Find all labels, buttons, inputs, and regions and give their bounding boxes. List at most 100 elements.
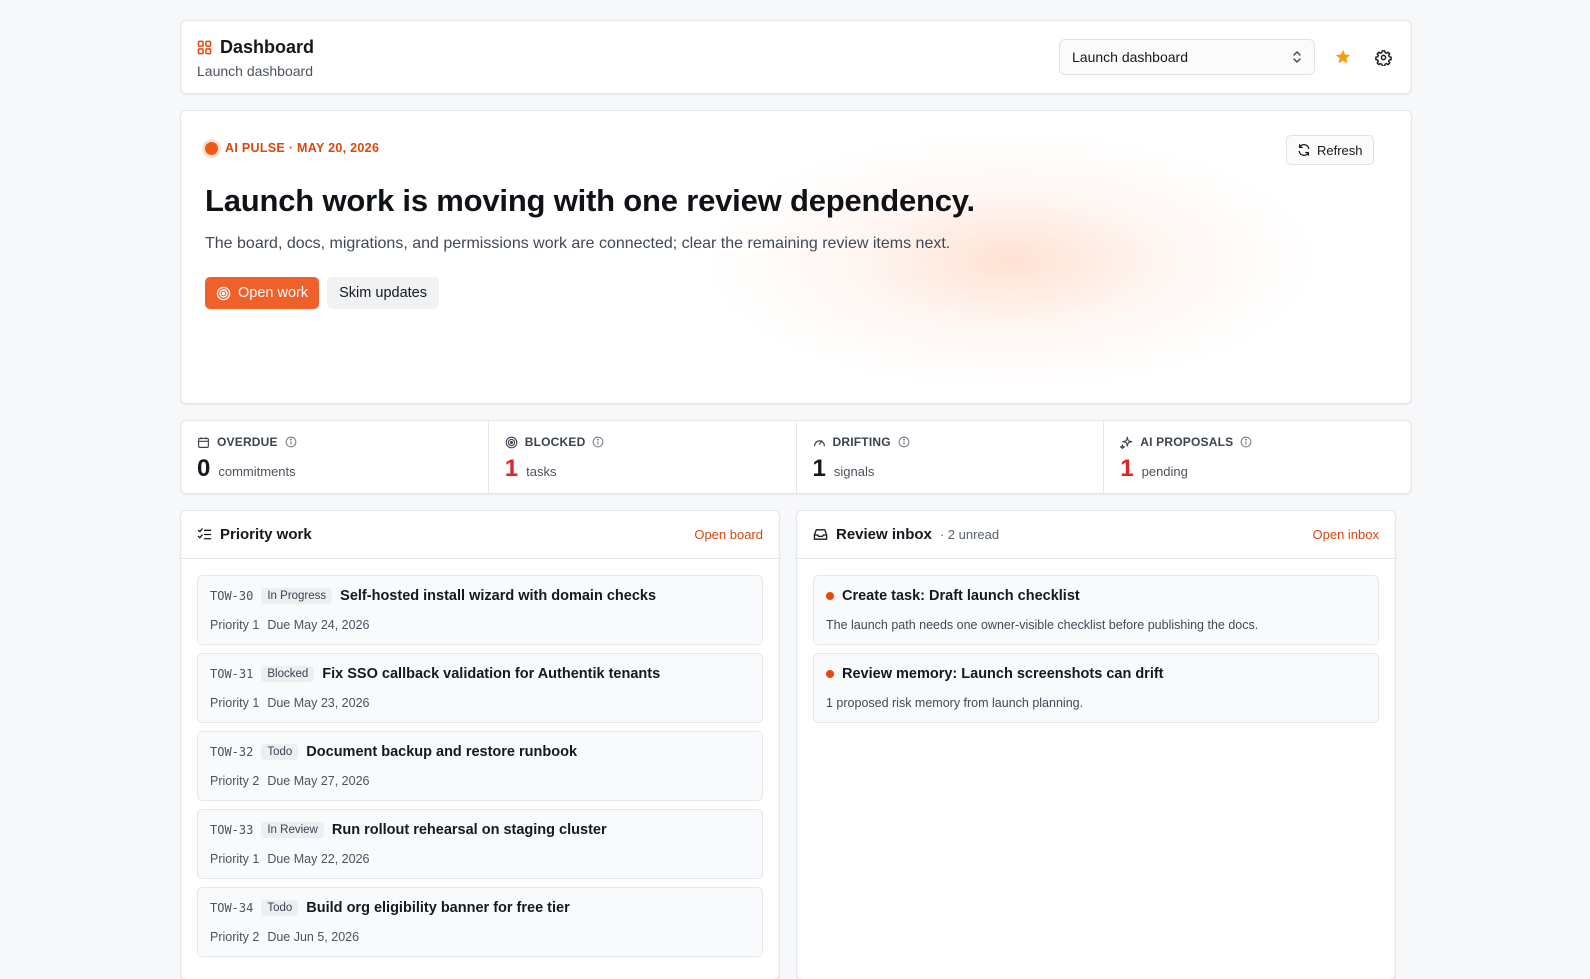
task-title: Fix SSO callback validation for Authenti… [322,666,661,682]
stat-value: 1 [812,455,826,482]
dashboard-select[interactable]: Launch dashboard [1059,39,1315,75]
task-card[interactable]: TOW-30 In Progress Self-hosted install w… [197,575,763,645]
stat-unit: signals [833,464,875,479]
unread-count: · 2 unread [939,527,1000,542]
task-priority: Priority 1 [210,852,260,866]
open-board-link[interactable]: Open board [694,527,763,542]
task-due: Due May 27, 2026 [267,774,370,788]
sparkles-icon [1120,436,1133,449]
inbox-item[interactable]: Create task: Draft launch checklist The … [813,575,1379,645]
info-icon[interactable] [285,436,297,448]
stat-value-row: 1 pending [1120,455,1188,483]
stat-overdue[interactable]: OVERDUE 0 commitments [181,421,489,493]
stats-strip: OVERDUE 0 commitments BLOCKED 1 tasks DR… [180,420,1412,494]
task-meta: Priority 1 Due May 24, 2026 [210,618,369,632]
ai-pulse-date: AI PULSE · MAY 20, 2026 [225,141,380,155]
task-title: Document backup and restore runbook [306,744,578,760]
task-card[interactable]: TOW-34 Todo Build org eligibility banner… [197,887,763,957]
refresh-icon [1297,143,1311,157]
task-meta: Priority 1 Due May 23, 2026 [210,696,369,710]
task-due: Due May 23, 2026 [267,696,370,710]
stat-value: 1 [1120,455,1134,482]
task-card[interactable]: TOW-31 Blocked Fix SSO callback validati… [197,653,763,723]
open-inbox-link[interactable]: Open inbox [1313,527,1380,542]
stat-ai-proposals[interactable]: AI PROPOSALS 1 pending [1104,421,1411,493]
gear-icon [1374,49,1392,66]
task-card[interactable]: TOW-33 In Review Run rollout rehearsal o… [197,809,763,879]
dashboard-header: Dashboard Launch dashboard Launch dashbo… [180,20,1412,94]
task-title: Self-hosted install wizard with domain c… [340,588,657,604]
chevron-up-down-icon [1292,50,1302,64]
task-due: Due May 22, 2026 [267,852,370,866]
inbox-list: Create task: Draft launch checklist The … [797,559,1395,723]
stat-label: AI PROPOSALS [1140,435,1234,449]
stat-unit: commitments [218,464,296,479]
inbox-item-description: The launch path needs one owner-visible … [826,618,1259,632]
stat-label-row: BLOCKED [505,435,605,449]
task-header: TOW-32 Todo Document backup and restore … [210,744,577,760]
status-badge: Blocked [261,666,315,682]
pulse-dot-icon [205,141,218,155]
stat-label-row: OVERDUE [197,435,297,449]
task-card[interactable]: TOW-32 Todo Document backup and restore … [197,731,763,801]
refresh-label: Refresh [1317,142,1363,158]
skim-updates-button[interactable]: Skim updates [327,277,439,309]
inbox-item-title: Create task: Draft launch checklist [842,588,1080,604]
stat-drifting[interactable]: DRIFTING 1 signals [797,421,1105,493]
stat-label-row: DRIFTING [813,435,910,449]
settings-button[interactable] [1371,45,1395,69]
skim-updates-label: Skim updates [339,285,427,301]
status-badge: Todo [261,744,299,760]
inbox-item-header: Review memory: Launch screenshots can dr… [826,666,1164,682]
task-id: TOW-34 [210,901,254,915]
inbox-item-header: Create task: Draft launch checklist [826,588,1080,604]
layout-grid-icon [197,40,212,55]
ai-pulse-eyebrow: AI PULSE · MAY 20, 2026 [205,141,379,155]
inbox-item[interactable]: Review memory: Launch screenshots can dr… [813,653,1379,723]
stat-unit: tasks [526,464,557,479]
target-icon [505,436,518,449]
review-inbox-panel: Review inbox · 2 unread Open inbox Creat… [796,510,1396,979]
info-icon[interactable] [592,436,604,448]
task-header: TOW-33 In Review Run rollout rehearsal o… [210,822,607,838]
info-icon[interactable] [898,436,910,448]
calendar-icon [197,436,210,449]
priority-work-panel: Priority work Open board TOW-30 In Progr… [180,510,780,979]
inbox-item-description: 1 proposed risk memory from launch plann… [826,696,1084,710]
open-work-label: Open work [238,285,309,301]
panel-header: Review inbox · 2 unread Open inbox [797,511,1395,559]
task-id: TOW-33 [210,823,254,837]
stat-unit: pending [1141,464,1188,479]
inbox-icon [813,527,828,542]
panel-title: Priority work [220,526,312,543]
ai-pulse-card: AI PULSE · MAY 20, 2026 Launch work is m… [180,110,1412,404]
stat-blocked[interactable]: BLOCKED 1 tasks [489,421,797,493]
task-header: TOW-34 Todo Build org eligibility banner… [210,900,570,916]
open-work-button[interactable]: Open work [205,277,320,309]
stat-label: DRIFTING [832,435,891,449]
stat-value-row: 0 commitments [197,455,296,483]
list-checks-icon [197,527,212,542]
status-badge: In Progress [261,588,333,604]
hero-summary: The board, docs, migrations, and permiss… [205,235,951,252]
refresh-button[interactable]: Refresh [1286,135,1374,165]
stat-label: OVERDUE [217,435,278,449]
stat-label-row: AI PROPOSALS [1120,435,1252,449]
page-subtitle: Launch dashboard [197,63,313,79]
task-due: Due May 24, 2026 [267,618,370,632]
task-priority: Priority 1 [210,696,260,710]
target-icon [216,286,231,301]
dashboard-select-value: Launch dashboard [1072,49,1188,65]
gauge-icon [813,436,826,449]
task-id: TOW-32 [210,745,254,759]
unread-dot-icon [826,592,834,600]
panel-header: Priority work Open board [181,511,779,559]
info-icon[interactable] [1240,436,1252,448]
page-title: Dashboard [220,37,315,57]
star-icon [1334,48,1352,66]
task-header: TOW-31 Blocked Fix SSO callback validati… [210,666,660,682]
inbox-item-title: Review memory: Launch screenshots can dr… [842,666,1164,682]
task-meta: Priority 1 Due May 22, 2026 [210,852,369,866]
favorite-button[interactable] [1331,45,1355,69]
bottom-panels: Priority work Open board TOW-30 In Progr… [180,510,1412,979]
